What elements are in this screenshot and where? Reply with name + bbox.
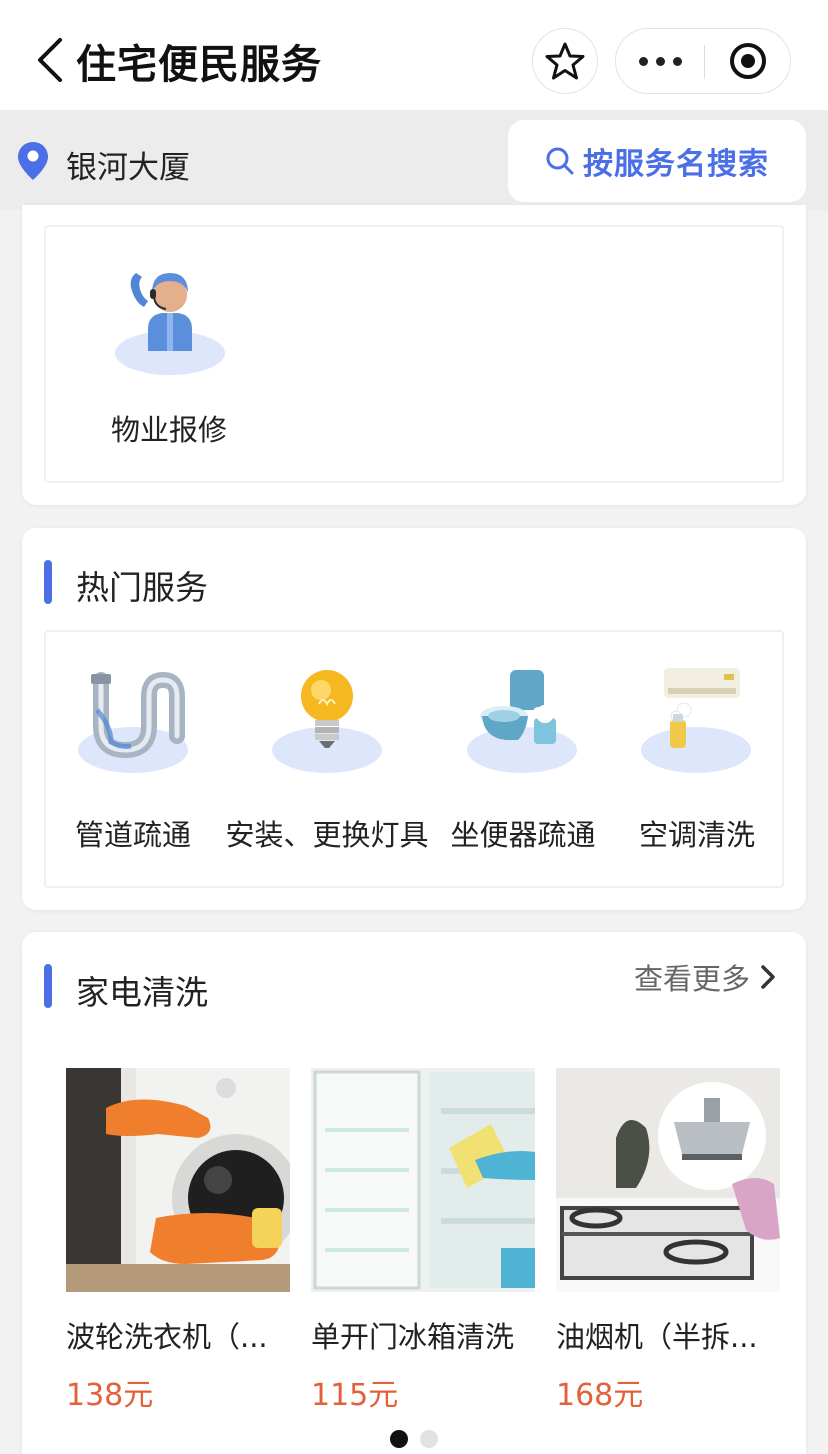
search-icon bbox=[546, 147, 574, 175]
product-name: 波轮洗衣机（... bbox=[66, 1320, 268, 1354]
product-card-refrigerator[interactable]: 单开门冰箱清洗 115元 bbox=[311, 1068, 535, 1414]
product-card-range-hood[interactable]: 油烟机（半拆... 168元 bbox=[556, 1068, 780, 1414]
light-bulb-icon bbox=[272, 670, 382, 773]
air-conditioner-icon bbox=[641, 668, 751, 773]
section-accent-bar bbox=[44, 560, 52, 604]
view-more-label: 查看更多 bbox=[633, 962, 750, 996]
star-icon bbox=[545, 42, 585, 80]
favorite-button[interactable] bbox=[532, 28, 598, 94]
service-item-light-install[interactable]: 安装、更换灯具 bbox=[220, 632, 434, 886]
back-button[interactable] bbox=[30, 34, 70, 86]
refrigerator-photo bbox=[311, 1068, 535, 1292]
washing-machine-photo bbox=[66, 1068, 290, 1292]
service-item-pipe-dredging[interactable]: 管道疏通 bbox=[46, 632, 220, 886]
carousel-pager bbox=[22, 1430, 806, 1450]
repair-agent-icon bbox=[115, 273, 225, 375]
product-price: 115元 bbox=[311, 1378, 399, 1413]
menu-capsule bbox=[615, 28, 791, 94]
service-label: 安装、更换灯具 bbox=[225, 818, 429, 852]
hot-services-card: 热门服务 管道疏通 安装、更换灯具 坐便器疏通 空调清洗 bbox=[22, 528, 806, 910]
page-title: 住宅便民服务 bbox=[76, 42, 322, 88]
property-services-grid: 物业报修 bbox=[44, 225, 784, 483]
chevron-left-icon bbox=[38, 38, 62, 82]
toilet-icon bbox=[467, 670, 577, 773]
service-item-toilet-dredging[interactable]: 坐便器疏通 bbox=[434, 632, 620, 886]
record-circle-icon bbox=[730, 43, 766, 79]
more-button[interactable] bbox=[616, 29, 704, 93]
property-services-card: 物业报修 bbox=[22, 205, 806, 505]
close-miniprogram-button[interactable] bbox=[705, 29, 791, 93]
service-item-property-repair[interactable]: 物业报修 bbox=[46, 227, 292, 481]
section-accent-bar bbox=[44, 964, 52, 1008]
product-price: 168元 bbox=[556, 1378, 644, 1413]
pipe-icon bbox=[78, 671, 188, 773]
pager-dot[interactable] bbox=[420, 1430, 438, 1448]
location-pin-icon[interactable] bbox=[16, 140, 50, 182]
service-label: 坐便器疏通 bbox=[450, 818, 596, 852]
view-more-link[interactable]: 查看更多 bbox=[634, 956, 776, 998]
section-title: 热门服务 bbox=[76, 568, 208, 607]
product-name: 单开门冰箱清洗 bbox=[311, 1320, 515, 1354]
hot-services-grid: 管道疏通 安装、更换灯具 坐便器疏通 空调清洗 bbox=[44, 630, 784, 888]
location-name[interactable]: 银河大厦 bbox=[66, 142, 190, 187]
navigation-bar: 住宅便民服务 bbox=[0, 0, 828, 110]
search-label: 按服务名搜索 bbox=[583, 147, 769, 182]
service-label: 物业报修 bbox=[110, 413, 228, 447]
product-name: 油烟机（半拆... bbox=[556, 1320, 758, 1354]
service-label: 管道疏通 bbox=[74, 818, 192, 852]
search-button[interactable]: 按服务名搜索 bbox=[508, 120, 806, 202]
section-title: 家电清洗 bbox=[76, 973, 208, 1012]
more-dots-icon bbox=[638, 56, 648, 66]
appliance-cleaning-card: 家电清洗 查看更多 波轮洗衣机（... 138元 单开门冰箱清洗 115元 油烟… bbox=[22, 932, 806, 1454]
product-card-washing-machine[interactable]: 波轮洗衣机（... 138元 bbox=[66, 1068, 290, 1414]
product-price: 138元 bbox=[66, 1378, 154, 1413]
service-label: 空调清洗 bbox=[638, 818, 756, 852]
location-search-bar: 银河大厦 按服务名搜索 bbox=[0, 110, 828, 210]
range-hood-photo bbox=[556, 1068, 780, 1292]
service-item-ac-cleaning[interactable]: 空调清洗 bbox=[620, 632, 786, 886]
pager-dot-active[interactable] bbox=[390, 1430, 408, 1448]
chevron-right-icon bbox=[761, 965, 775, 989]
